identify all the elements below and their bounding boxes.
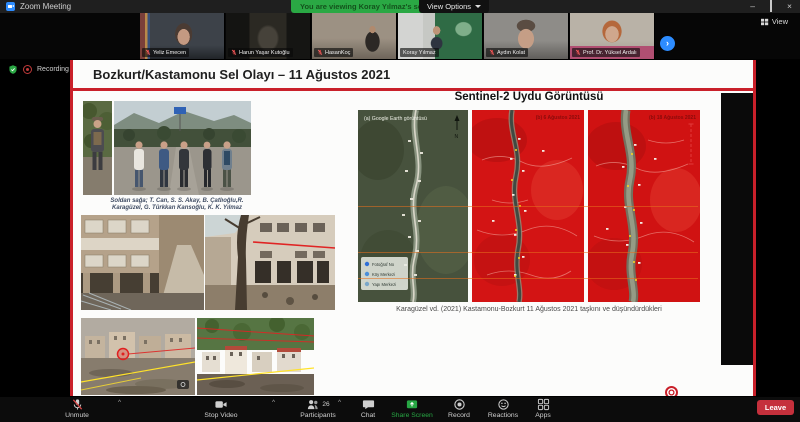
maximize-icon	[770, 0, 772, 12]
leave-button[interactable]: Leave	[757, 400, 794, 415]
photo-field-team	[114, 101, 251, 195]
participant-tile-yuksel-ardali[interactable]: Prof. Dr. Yüksel Ardalı	[570, 13, 655, 59]
photo-team-member	[83, 101, 112, 195]
panel-a-label: (a) Google Earth görüntüsü	[364, 116, 427, 122]
figure-heading: Sentinel-2 Uydu Görüntüsü	[358, 91, 700, 103]
participant-name-tag: Koray Yılmaz	[400, 48, 439, 57]
chevron-down-icon	[475, 5, 481, 8]
photo-flood-aftermath-2	[197, 318, 314, 395]
zoom-app-icon	[6, 2, 15, 11]
participant-name: Koray Yılmaz	[403, 50, 436, 56]
muted-mic-icon	[71, 398, 84, 411]
letterbox-band	[721, 93, 756, 365]
muted-mic-icon	[231, 49, 237, 56]
participant-tile-koray-yilmaz[interactable]: Koray Yılmaz	[398, 13, 483, 59]
participants-icon	[306, 398, 320, 411]
window-controls: – ×	[750, 0, 792, 13]
annotation-line	[358, 252, 698, 253]
svg-text:Köy Merkezi: Köy Merkezi	[372, 272, 395, 277]
participant-name: HasanKoç	[325, 50, 350, 56]
participant-tile-hasankoc[interactable]: HasanKoç	[312, 13, 397, 59]
screen-share-banner-text: You are viewing Koray Yılmaz's screen	[300, 2, 438, 11]
zoom-meeting-window: Zoom Meeting You are viewing Koray Yılma…	[0, 0, 800, 422]
photo-damaged-building-2	[205, 215, 335, 310]
video-options-caret[interactable]: ^	[272, 399, 275, 406]
grid-view-icon	[761, 18, 769, 26]
stop-video-button[interactable]: Stop Video	[186, 398, 256, 419]
annotation-line	[358, 206, 698, 207]
recording-indicator: Recording	[8, 64, 69, 75]
maximize-button[interactable]	[770, 0, 772, 13]
participant-name-tag: Aydın Kolat	[486, 48, 528, 57]
chat-icon	[362, 398, 375, 411]
apps-icon	[537, 398, 550, 411]
participants-count: 26	[322, 401, 329, 408]
reactions-icon	[497, 398, 510, 411]
participant-name-tag: Yeliz Emecen	[142, 48, 189, 57]
apps-button[interactable]: Apps	[520, 398, 566, 419]
panel-c-label: (b) 18 Ağustos 2021	[649, 115, 696, 121]
figure-caption: Karagüzel vd. (2021) Kastamonu-Bozkurt 1…	[358, 306, 700, 313]
encryption-shield-icon	[8, 64, 18, 75]
participant-name-tag: HasanKoç	[314, 48, 353, 57]
window-title: Zoom Meeting	[20, 0, 71, 13]
participant-name-tag: Harun Yaşar Kutoğlu	[228, 48, 293, 57]
view-options-button[interactable]: View Options	[419, 0, 489, 13]
slide-logo	[665, 386, 678, 396]
panel-b-label: (b) 6 Ağustos 2021	[536, 115, 580, 121]
mic-options-caret[interactable]: ^	[118, 399, 121, 406]
participant-name: Aydın Kolat	[497, 50, 525, 56]
muted-mic-icon	[317, 49, 323, 56]
unmute-button[interactable]: Unmute	[45, 398, 109, 419]
group-photo-caption: Soldan sağa; T. Can, S. S. Akay, B. Çatl…	[101, 198, 253, 212]
participants-options-caret[interactable]: ^	[338, 399, 341, 406]
slide-title: Bozkurt/Kastamonu Sel Olayı – 11 Ağustos…	[93, 67, 390, 82]
svg-text:N: N	[455, 134, 459, 140]
record-icon	[453, 398, 466, 411]
next-participants-button[interactable]: ›	[660, 36, 675, 51]
svg-text:Yapı Merkezi: Yapı Merkezi	[372, 282, 396, 287]
participant-name: Harun Yaşar Kutoğlu	[239, 50, 290, 56]
annotation-line	[358, 278, 698, 279]
minimize-button[interactable]: –	[750, 0, 755, 13]
close-button[interactable]: ×	[787, 0, 792, 13]
participant-name: Yeliz Emecen	[153, 50, 186, 56]
view-button[interactable]: View	[761, 17, 788, 26]
participant-tile-yeliz-emecen[interactable]: Yeliz Emecen	[140, 13, 225, 59]
window-titlebar: Zoom Meeting You are viewing Koray Yılma…	[0, 0, 800, 13]
svg-text:Fotoğraf No: Fotoğraf No	[372, 262, 395, 267]
muted-mic-icon	[489, 49, 495, 56]
muted-mic-icon	[575, 49, 581, 56]
muted-mic-icon	[145, 49, 151, 56]
participant-name: Prof. Dr. Yüksel Ardalı	[583, 50, 637, 56]
photo-damaged-building-1	[81, 215, 204, 310]
photo-flood-aftermath-1	[81, 318, 195, 395]
participant-name-tag: Prof. Dr. Yüksel Ardalı	[572, 48, 640, 57]
shared-slide: Bozkurt/Kastamonu Sel Olayı – 11 Ağustos…	[70, 60, 756, 396]
participant-tile-harun-yasar-kutoglu[interactable]: Harun Yaşar Kutoğlu	[226, 13, 311, 59]
participant-tile-aydin-kolat[interactable]: Aydın Kolat	[484, 13, 569, 59]
recording-label: Recording	[37, 66, 69, 73]
share-screen-icon	[405, 398, 419, 411]
map-legend: Fotoğraf No Köy Merkezi Yapı Merkezi	[361, 257, 408, 290]
photo-badge-icon	[177, 380, 189, 389]
recording-dot-icon	[23, 65, 32, 74]
camera-icon	[214, 398, 228, 411]
